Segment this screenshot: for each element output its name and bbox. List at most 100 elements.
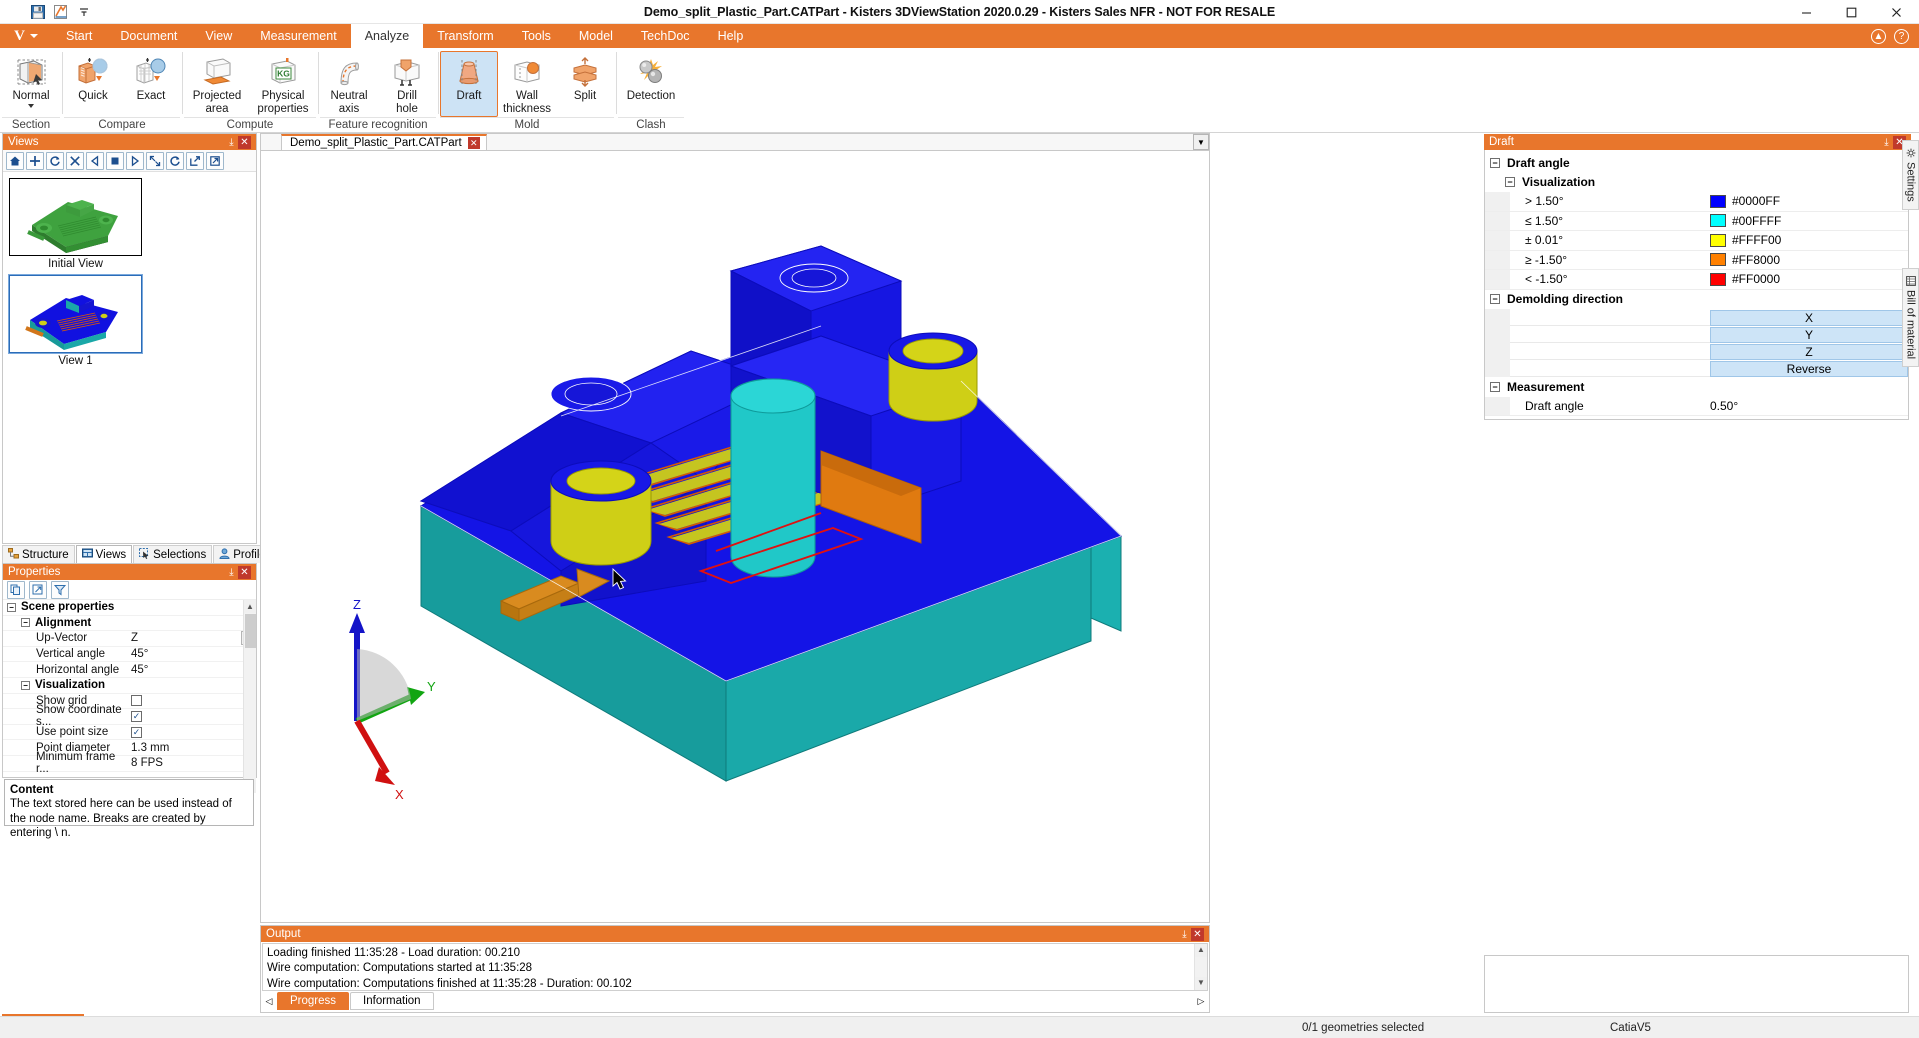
demolding-reverse-button[interactable]: Reverse <box>1710 360 1908 377</box>
collapse-icon[interactable]: − <box>1490 157 1500 168</box>
filter-icon[interactable] <box>51 580 69 599</box>
chevron-down-icon[interactable] <box>28 103 34 108</box>
property-value[interactable]: Z ▾ <box>131 631 256 646</box>
next-view-icon[interactable] <box>126 151 144 170</box>
close-icon[interactable]: ✕ <box>467 137 480 149</box>
close-button[interactable] <box>1874 0 1919 24</box>
scroll-down-icon[interactable]: ▼ <box>1195 977 1207 990</box>
tab-tools[interactable]: Tools <box>508 24 565 48</box>
draft-section-measurement[interactable]: − Measurement <box>1485 377 1908 397</box>
draft-section-demolding-direction[interactable]: − Demolding direction <box>1485 290 1908 310</box>
3d-viewport[interactable]: Z Y X <box>261 151 1209 922</box>
view-thumbnail[interactable] <box>9 178 142 256</box>
property-group-alignment[interactable]: − Alignment <box>3 615 256 632</box>
property-group-scene-properties[interactable]: − Scene properties <box>3 600 256 616</box>
draft-color-value[interactable]: #FFFF00 <box>1710 233 1908 247</box>
close-icon[interactable]: ✕ <box>238 565 251 579</box>
home-icon[interactable] <box>6 151 24 170</box>
color-swatch[interactable] <box>1710 272 1726 286</box>
tab-transform[interactable]: Transform <box>423 24 508 48</box>
property-row-vertical-angle[interactable]: Vertical angle 45° <box>3 647 256 663</box>
draft-color-value[interactable]: #0000FF <box>1710 194 1908 208</box>
section-normal-button[interactable]: Normal <box>2 51 60 117</box>
collapse-ribbon-icon[interactable]: ▲ <box>1871 28 1886 44</box>
minimize-button[interactable] <box>1784 0 1829 24</box>
collapse-icon[interactable]: − <box>1490 294 1500 305</box>
sidebar-tab-views[interactable]: Views <box>75 545 133 563</box>
demolding-y-button[interactable]: Y <box>1710 326 1908 343</box>
output-scrollbar[interactable]: ▲ ▼ <box>1194 944 1207 990</box>
pin-icon[interactable]: ⤓ <box>225 566 238 579</box>
draft-color-value[interactable]: #FF0000 <box>1710 272 1908 286</box>
collapse-icon[interactable]: − <box>21 680 30 690</box>
color-swatch[interactable] <box>1710 233 1726 247</box>
collapse-icon[interactable]: − <box>1490 381 1500 392</box>
view-thumbnail[interactable] <box>8 274 143 354</box>
neutral-axis-button[interactable]: Neutral axis <box>320 51 378 117</box>
pin-icon[interactable]: ⤓ <box>1178 928 1191 941</box>
tab-view[interactable]: View <box>191 24 246 48</box>
color-swatch[interactable] <box>1710 253 1726 267</box>
close-icon[interactable]: ✕ <box>238 135 251 149</box>
previous-view-icon[interactable] <box>86 151 104 170</box>
copy-icon[interactable] <box>7 580 25 599</box>
property-row-use-point-size[interactable]: Use point size ✓ <box>3 725 256 741</box>
vtab-settings[interactable]: Settings <box>1902 140 1919 210</box>
output-tab-progress[interactable]: Progress <box>277 992 350 1010</box>
document-tab[interactable]: Demo_split_Plastic_Part.CATPart ✕ <box>281 134 487 150</box>
help-icon[interactable]: ? <box>1894 28 1909 44</box>
view-item-view-1[interactable]: View 1 <box>8 274 143 368</box>
draft-visualization-row[interactable]: > 1.50° #0000FF <box>1485 192 1908 212</box>
draft-visualization-row[interactable]: ± 0.01° #FFFF00 <box>1485 231 1908 251</box>
tab-model[interactable]: Model <box>565 24 627 48</box>
draft-color-value[interactable]: #00FFFF <box>1710 214 1908 228</box>
scroll-right-icon[interactable]: ▷ <box>1193 992 1209 1010</box>
scroll-up-icon[interactable]: ▲ <box>1195 944 1207 957</box>
drill-hole-button[interactable]: Drill hole <box>378 51 436 117</box>
output-log[interactable]: Loading finished 11:35:28 - Load duratio… <box>262 943 1208 991</box>
maximize-button[interactable] <box>1829 0 1874 24</box>
property-row-horizontal-angle[interactable]: Horizontal angle 45° <box>3 662 256 678</box>
draft-color-value[interactable]: #FF8000 <box>1710 253 1908 267</box>
pin-icon[interactable]: ⤓ <box>1880 136 1893 149</box>
wall-thickness-button[interactable]: Wall thickness <box>498 51 556 117</box>
collapse-icon[interactable]: − <box>21 618 30 628</box>
refresh-view-icon[interactable] <box>166 151 184 170</box>
export-icon[interactable] <box>29 580 47 599</box>
save-icon[interactable] <box>28 2 47 21</box>
property-row-show-coordinate-system[interactable]: Show coordinate s... ✓ <box>3 704 256 728</box>
sidebar-tab-structure[interactable]: Structure <box>2 545 75 563</box>
tab-document[interactable]: Document <box>106 24 191 48</box>
stop-view-icon[interactable] <box>106 151 124 170</box>
application-menu-button[interactable]: V <box>0 24 52 48</box>
checkbox-unchecked[interactable] <box>131 695 142 707</box>
tab-help[interactable]: Help <box>704 24 758 48</box>
tab-techdoc[interactable]: TechDoc <box>627 24 704 48</box>
draft-visualization-row[interactable]: ≥ -1.50° #FF8000 <box>1485 250 1908 270</box>
checkbox-checked[interactable]: ✓ <box>131 726 142 738</box>
export-icon[interactable] <box>51 2 70 21</box>
scroll-up-icon[interactable]: ▲ <box>244 600 256 613</box>
checkbox-checked[interactable]: ✓ <box>131 710 142 722</box>
vtab-bill-of-material[interactable]: Bill of material <box>1902 267 1919 367</box>
color-swatch[interactable] <box>1710 214 1726 228</box>
color-swatch[interactable] <box>1710 194 1726 208</box>
draft-section-visualization[interactable]: − Visualization <box>1485 173 1908 193</box>
pin-icon[interactable]: ⤓ <box>225 136 238 149</box>
delete-view-icon[interactable] <box>66 151 84 170</box>
demolding-x-button[interactable]: X <box>1710 309 1908 326</box>
tab-start[interactable]: Start <box>52 24 106 48</box>
import-view-icon[interactable] <box>206 151 224 170</box>
draft-button[interactable]: Draft <box>440 51 498 117</box>
compare-quick-button[interactable]: Quick <box>64 51 122 117</box>
close-icon[interactable]: ✕ <box>1191 927 1204 941</box>
property-group-visualization[interactable]: − Visualization <box>3 677 256 694</box>
fit-view-icon[interactable] <box>146 151 164 170</box>
compare-exact-button[interactable]: Exact <box>122 51 180 117</box>
sidebar-tab-selections[interactable]: Selections <box>133 545 213 563</box>
export-view-icon[interactable] <box>186 151 204 170</box>
tab-measurement[interactable]: Measurement <box>246 24 350 48</box>
draft-visualization-row[interactable]: < -1.50° #FF0000 <box>1485 270 1908 290</box>
more-icon[interactable] <box>74 2 93 21</box>
scroll-left-icon[interactable]: ◁ <box>261 992 277 1010</box>
